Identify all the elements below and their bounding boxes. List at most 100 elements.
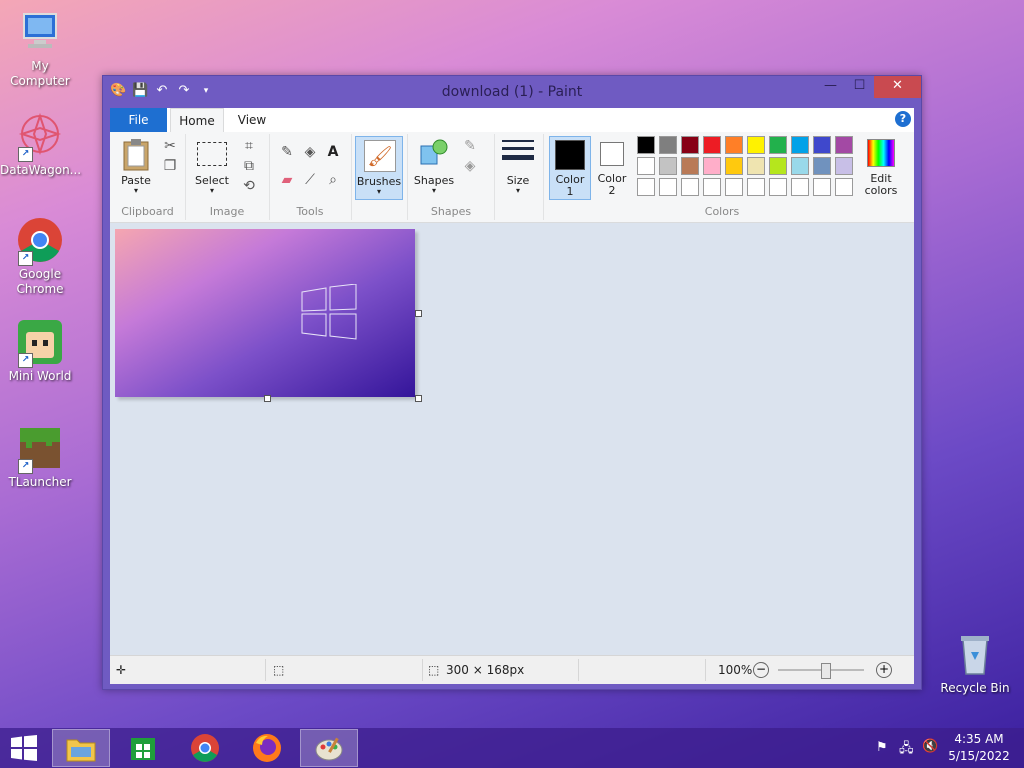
desktop-icon-datawagon[interactable]: ↗ DataWagon... bbox=[0, 112, 81, 178]
taskbar-microsoft-store[interactable] bbox=[114, 729, 172, 767]
select-button[interactable]: Select ▾ bbox=[191, 136, 233, 196]
palette-swatch[interactable] bbox=[747, 157, 765, 175]
clock[interactable]: 4:35 AM 5/15/2022 bbox=[948, 731, 1010, 765]
palette-swatch[interactable] bbox=[637, 157, 655, 175]
shapes-group-label: Shapes bbox=[430, 205, 472, 218]
fill-icon[interactable]: ◈ bbox=[462, 158, 478, 174]
edit-colors-button[interactable]: Edit colors bbox=[861, 136, 901, 198]
window-controls: — ☐ ✕ bbox=[816, 76, 921, 98]
palette-swatch[interactable] bbox=[791, 136, 809, 154]
color2-button[interactable]: Color 2 bbox=[592, 136, 632, 198]
copy-icon[interactable]: ❐ bbox=[162, 158, 178, 174]
fill-bucket-icon[interactable]: ◈ bbox=[302, 144, 318, 160]
maximize-button[interactable]: ☐ bbox=[845, 76, 874, 98]
palette-swatch[interactable] bbox=[725, 178, 743, 196]
shapes-button[interactable]: Shapes ▾ bbox=[412, 136, 456, 196]
cut-icon[interactable]: ✂ bbox=[162, 138, 178, 154]
tab-file[interactable]: File bbox=[110, 108, 167, 132]
palette-swatch[interactable] bbox=[835, 136, 853, 154]
volume-muted-icon[interactable]: 🔇 bbox=[922, 739, 938, 754]
color2-number: 2 bbox=[608, 184, 616, 197]
palette-swatch[interactable] bbox=[659, 178, 677, 196]
zoom-slider-thumb[interactable] bbox=[821, 663, 831, 679]
desktop-icon-mini-world[interactable]: ↗ Mini World bbox=[0, 318, 80, 384]
resize-handle-corner[interactable] bbox=[415, 395, 422, 402]
resize-handle-right[interactable] bbox=[415, 310, 422, 317]
desktop-icon-google-chrome[interactable]: ↗ Google Chrome bbox=[0, 216, 80, 297]
size-button[interactable]: Size ▾ bbox=[499, 136, 537, 196]
palette-swatch[interactable] bbox=[681, 136, 699, 154]
palette-swatch[interactable] bbox=[725, 157, 743, 175]
tab-view[interactable]: View bbox=[228, 108, 276, 132]
palette-swatch[interactable] bbox=[769, 157, 787, 175]
color1-button[interactable]: Color 1 bbox=[549, 136, 591, 200]
palette-swatch[interactable] bbox=[769, 178, 787, 196]
zoom-in-button[interactable]: + bbox=[876, 662, 892, 678]
palette-swatch[interactable] bbox=[725, 136, 743, 154]
text-icon[interactable]: A bbox=[325, 144, 341, 160]
color-palette bbox=[637, 136, 859, 202]
chevron-down-icon: ▾ bbox=[133, 186, 138, 195]
title-bar[interactable]: 🎨 💾 ↶ ↷ ▾ download (1) - Paint — ☐ ✕ bbox=[103, 76, 921, 108]
palette-swatch[interactable] bbox=[659, 157, 677, 175]
crop-icon[interactable]: ⌗ bbox=[241, 138, 257, 154]
network-icon[interactable]: 🖧 bbox=[899, 739, 914, 761]
palette-swatch[interactable] bbox=[747, 136, 765, 154]
palette-swatch[interactable] bbox=[791, 157, 809, 175]
palette-swatch[interactable] bbox=[681, 157, 699, 175]
taskbar: ⚑ 🖧 🔇 4:35 AM 5/15/2022 bbox=[0, 728, 1024, 768]
ribbon-tabs: File Home View ? bbox=[110, 108, 914, 132]
color-picker-icon[interactable]: ⟋ bbox=[302, 172, 318, 188]
palette-swatch[interactable] bbox=[637, 136, 655, 154]
minecraft-block-icon: ↗ bbox=[16, 424, 64, 474]
chevron-down-icon: ▾ bbox=[376, 187, 381, 196]
palette-swatch[interactable] bbox=[813, 178, 831, 196]
palette-swatch[interactable] bbox=[659, 136, 677, 154]
taskbar-file-explorer[interactable] bbox=[52, 729, 110, 767]
palette-swatch[interactable] bbox=[703, 157, 721, 175]
resize-handle-bottom[interactable] bbox=[264, 395, 271, 402]
chrome-icon bbox=[191, 734, 219, 762]
start-button[interactable] bbox=[0, 729, 48, 767]
desktop-icon-my-computer[interactable]: My Computer bbox=[0, 8, 80, 89]
palette-swatch[interactable] bbox=[637, 178, 655, 196]
tab-home[interactable]: Home bbox=[170, 108, 224, 132]
palette-swatch[interactable] bbox=[769, 136, 787, 154]
desktop-icon-recycle-bin[interactable]: Recycle Bin bbox=[935, 630, 1015, 696]
palette-swatch[interactable] bbox=[813, 136, 831, 154]
canvas-image[interactable] bbox=[115, 229, 415, 397]
desktop-icon-tlauncher[interactable]: ↗ TLauncher bbox=[0, 424, 80, 490]
zoom-out-button[interactable]: − bbox=[753, 662, 769, 678]
paste-button[interactable]: Paste ▾ bbox=[116, 136, 156, 196]
palette-swatch[interactable] bbox=[835, 178, 853, 196]
brushes-button[interactable]: 🖌 Brushes ▾ bbox=[355, 136, 403, 200]
clipboard-group: Paste ▾ ✂ ❐ Clipboard bbox=[110, 134, 186, 220]
taskbar-paint[interactable] bbox=[300, 729, 358, 767]
desktop-icon-label: TLauncher bbox=[8, 475, 72, 489]
brush-icon: 🖌 bbox=[364, 140, 396, 172]
palette-swatch[interactable] bbox=[703, 178, 721, 196]
outline-icon[interactable]: ✎ bbox=[462, 138, 478, 154]
magnifier-icon[interactable]: ⌕ bbox=[325, 172, 341, 188]
help-icon[interactable]: ? bbox=[895, 111, 911, 127]
pencil-icon[interactable]: ✎ bbox=[279, 144, 295, 160]
taskbar-chrome[interactable] bbox=[176, 729, 234, 767]
eraser-icon[interactable]: ▰ bbox=[279, 172, 295, 188]
minimize-button[interactable]: — bbox=[816, 76, 845, 98]
tools-group: ✎ ◈ A ▰ ⟋ ⌕ Tools bbox=[269, 134, 352, 220]
palette-swatch[interactable] bbox=[813, 157, 831, 175]
palette-swatch[interactable] bbox=[703, 136, 721, 154]
image-group-label: Image bbox=[209, 205, 245, 218]
palette-swatch[interactable] bbox=[681, 178, 699, 196]
resize-icon[interactable]: ⧉ bbox=[241, 158, 257, 174]
palette-swatch[interactable] bbox=[791, 178, 809, 196]
rotate-icon[interactable]: ⟲ bbox=[241, 178, 257, 194]
palette-swatch[interactable] bbox=[747, 178, 765, 196]
flag-icon[interactable]: ⚑ bbox=[876, 740, 888, 755]
zoom-slider[interactable] bbox=[778, 663, 864, 679]
palette-swatch[interactable] bbox=[835, 157, 853, 175]
taskbar-firefox[interactable] bbox=[238, 729, 296, 767]
close-button[interactable]: ✕ bbox=[874, 76, 921, 98]
canvas-area[interactable] bbox=[110, 223, 914, 655]
size-lines-icon bbox=[502, 140, 534, 160]
